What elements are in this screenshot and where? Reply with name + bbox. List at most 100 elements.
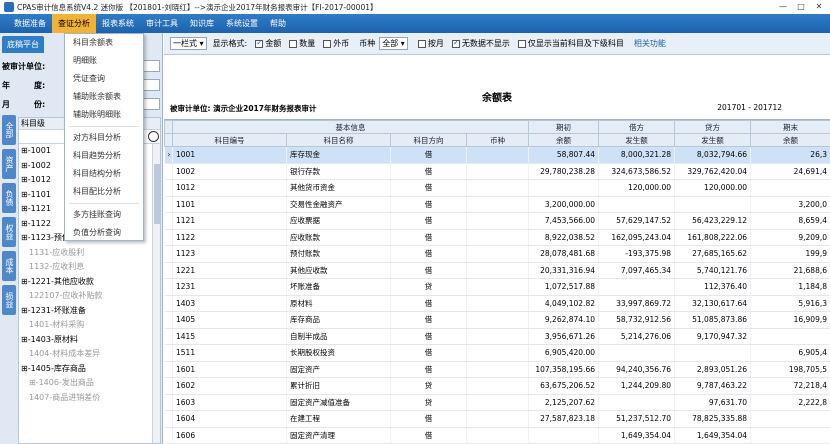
menu-item-negative-analysis[interactable]: 负值分析查询 [65,224,143,242]
col-header-currency[interactable]: 币种 [466,133,529,147]
tree-item[interactable]: ⊞-1231-坏账准备 [19,304,160,319]
cell-opening-balance: 3,956,671.26 [528,328,599,345]
table-row[interactable]: 1415 自制半成品借 3,956,671.26 5,214,276.06 9,170,… [164,328,830,345]
hide-empty-checkbox[interactable] [451,38,460,48]
menu-knowledge-base[interactable]: 知识库 [184,14,220,33]
menu-item-aux-balance[interactable]: 辅助账余额表 [65,88,143,106]
close-button[interactable]: ✕ [810,0,828,13]
scrollbar-thumb[interactable] [154,164,160,224]
cell-currency [466,163,529,180]
cell-closing-balance: 21,688,6 [750,262,830,279]
table-row[interactable]: 1002 银行存款借 29,780,238.28 324,673,586.52 329,… [164,163,830,180]
tree-item[interactable]: ⊞-1221-其他应收款 [19,275,160,290]
table-row[interactable]: 1122 应收账款借 8,922,038.52 162,095,243.04 161,8… [164,229,830,246]
cell-closing-balance: 72,218,4 [750,377,830,395]
col-header-credit-amount[interactable]: 发生额 [674,133,751,147]
cell-debit: 94,240,356.76 [598,361,675,378]
tree-item[interactable]: ⊞-1405-库存商品 [19,362,160,377]
tree-item[interactable]: 1407-商品进销差价 [19,391,160,406]
menu-item-aux-ledger[interactable]: 辅助账明细账 [65,106,143,124]
tree-scrollbar[interactable] [152,144,160,443]
minimize-button[interactable]: — [774,0,792,13]
tree-item[interactable]: 122107-应收补贴款 [19,289,160,304]
menu-audit-tools[interactable]: 审计工具 [140,14,184,33]
menu-help[interactable]: 帮助 [264,14,292,33]
tree-item[interactable]: ⊞-1403-原材料 [19,333,160,348]
tab-workpaper-platform[interactable]: 底稿平台 [2,36,44,53]
cell-credit [674,196,751,213]
menu-item-ledger[interactable]: 明细账 [65,52,143,70]
menu-item-trend-analysis[interactable]: 科目趋势分析 [65,147,143,165]
search-icon[interactable] [148,131,159,142]
cell-code: 1415 [172,328,287,345]
by-month-checkbox[interactable] [417,39,426,48]
year-select[interactable] [142,79,160,91]
balance-table: 基本信息 期初 借方 贷方 期末 科目编号 科目名称 科目方向 币种 余额 发生… [164,119,830,444]
cell-debit: 324,673,586.52 [598,163,675,180]
tab-liabilities[interactable]: 负债 [2,183,16,213]
col-header-code[interactable]: 科目编号 [172,133,287,147]
title-bar: CPAS审计信息系统V4.2 迷你版 【201801-刘晓红】-->演示企业20… [0,0,830,14]
menu-item-structure-analysis[interactable]: 科目结构分析 [65,165,143,183]
tab-cost[interactable]: 成本 [2,251,16,281]
table-row[interactable]: 1221 其他应收款借 20,331,316.94 7,097,465.34 5,740… [164,262,830,279]
menu-item-ratio-analysis[interactable]: 科目配比分析 [65,183,143,201]
cell-currency [466,212,529,230]
row-marker [164,278,173,296]
table-row[interactable]: 1604 在建工程借 27,587,823.18 51,237,512.70 78,82… [164,410,830,428]
tab-profit-loss[interactable]: 损益 [2,285,16,315]
row-marker [164,262,173,279]
amount-checkbox[interactable] [255,38,264,48]
cell-opening-balance: 1,072,517.88 [528,278,599,296]
cell-closing-balance: 5,916,3 [750,295,830,312]
currency-select[interactable]: 全部 ▾ [379,37,408,50]
layout-select[interactable]: 一栏式 ▾ [170,37,207,50]
tree-item[interactable]: 1131-应收股利 [19,246,160,261]
menu-system-settings[interactable]: 系统设置 [220,14,264,33]
maximize-button[interactable]: □ [792,0,810,13]
col-header-closing-balance[interactable]: 余额 [750,133,830,147]
menu-item-multi-party[interactable]: 多方挂账查询 [65,206,143,224]
menu-item-voucher-query[interactable]: 凭证查询 [65,70,143,88]
cell-opening-balance: 107,358,195.66 [528,361,599,378]
table-row[interactable]: 1403 原材料借 4,049,102.82 33,997,869.72 32,130,… [164,295,830,312]
auditee-select[interactable] [142,60,160,72]
related-functions-link[interactable]: 相关功能 [634,38,666,49]
cell-closing-balance: 1,184,8 [750,278,830,296]
table-row[interactable]: 1606 固定资产清理借 1,649,354.04 1,649,354.04 [164,427,830,444]
menu-item-account-balance[interactable]: 科目余额表 [65,34,143,52]
table-row[interactable]: 1405 库存商品借 9,262,874.10 58,732,912.56 51,085… [164,311,830,329]
foreign-currency-checkbox[interactable] [323,39,332,48]
show-current-checkbox[interactable] [517,39,526,48]
tree-item[interactable]: 1404-材料成本差异 [19,347,160,362]
table-row[interactable]: 1123 预付账款借 28,078,481.68 -193,375.98 27,685,… [164,245,830,263]
tab-all[interactable]: 全部 [2,115,16,145]
menu-data-prep[interactable]: 数据准备 [8,14,52,33]
table-row[interactable]: 1231 坏账准备贷 1,072,517.88 112,376.40 1,184,8 [164,278,830,296]
cell-closing-balance: 198,705,5 [750,361,830,378]
table-row[interactable]: 1121 应收票据借 7,453,566.00 57,629,147.52 56,423… [164,212,830,230]
table-row[interactable]: 1601 固定资产借 107,358,195.66 94,240,356.76 2,89… [164,361,830,378]
col-header-name[interactable]: 科目名称 [286,133,391,147]
tree-item[interactable]: 1401-材料采购 [19,318,160,333]
col-header-debit-amount[interactable]: 发生额 [598,133,675,147]
tree-item[interactable]: 1132-应收利息 [19,260,160,275]
menu-report-system[interactable]: 报表系统 [96,14,140,33]
table-row[interactable]: 1603 固定资产减值准备贷 2,125,207.62 97,631.70 2,222,… [164,394,830,411]
tab-equity[interactable]: 权益 [2,217,16,247]
table-row[interactable]: 1602 累计折旧贷 63,675,206.52 1,244,209.80 9,787,… [164,377,830,395]
cell-credit: 2,893,051.26 [674,361,751,378]
tab-assets[interactable]: 资产 [2,149,16,179]
table-row[interactable]: › 1001 库存现金借 58,807.44 8,000,321.28 8,032,794… [164,146,830,164]
col-header-opening-balance[interactable]: 余额 [528,133,599,147]
quantity-checkbox[interactable] [289,39,298,48]
menu-item-contra-analysis[interactable]: 对方科目分析 [65,129,143,147]
table-row[interactable]: 1012 其他货币资金借 120,000.00 120,000.00 [164,179,830,197]
table-row[interactable]: 1511 长期股权投资借 6,905,420.00 6,905,4 [164,344,830,362]
cell-debit: 58,732,912.56 [598,311,675,329]
month-select[interactable] [142,98,160,110]
tree-item[interactable]: ⊞-1406-发出商品 [19,376,160,391]
menu-audit-analysis[interactable]: 查证分析 [52,14,96,33]
table-row[interactable]: 1101 交易性金融资产借 3,200,000.00 3,200,0 [164,196,830,213]
col-header-direction[interactable]: 科目方向 [390,133,467,147]
